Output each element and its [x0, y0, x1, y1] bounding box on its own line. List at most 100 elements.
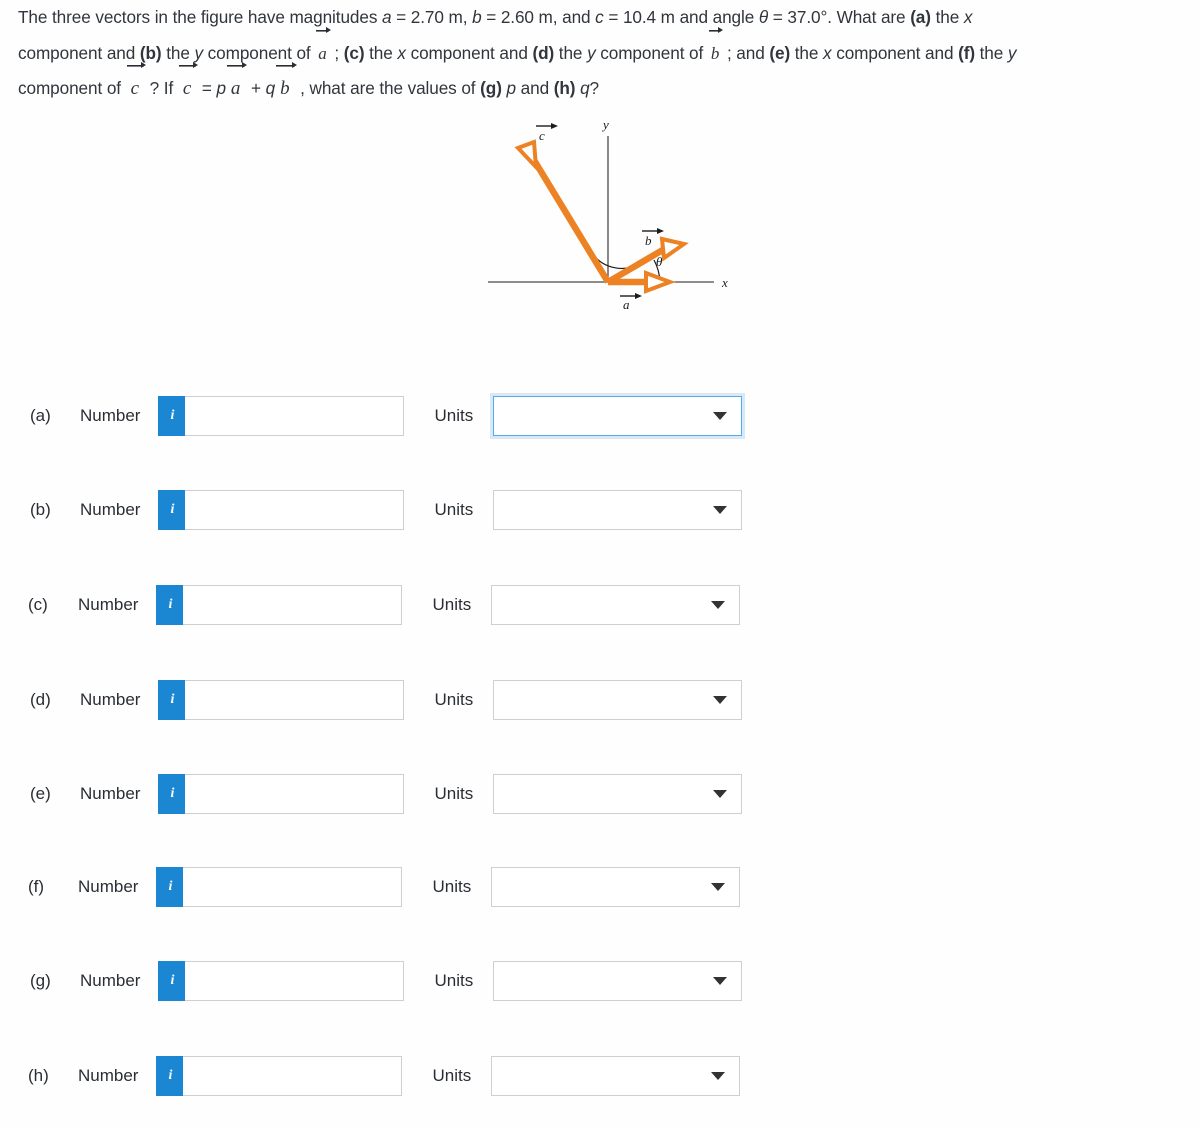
stem-text-3a: component of	[18, 78, 126, 98]
part-label-b: (b)	[139, 42, 162, 63]
part-label-e: (e)	[769, 42, 791, 63]
svg-text:a: a	[623, 297, 630, 312]
number-label-d: Number	[80, 690, 141, 709]
stem-text-2j: the	[790, 42, 824, 63]
number-input-h[interactable]	[183, 1056, 403, 1096]
part-label-d: (d)	[532, 42, 555, 63]
answer-row-label-h: (h)	[28, 1066, 49, 1085]
vector-c-notation-2: c	[178, 62, 199, 107]
vector-c-label-group: c	[536, 123, 558, 143]
problem-line-3: component of c ? If c = pa + qb , what a…	[18, 62, 1194, 107]
q-symbol-2: q	[580, 78, 590, 98]
units-label-c: Units	[432, 595, 472, 614]
answer-row-label-e: (e)	[30, 784, 51, 803]
info-icon-c[interactable]: i	[156, 585, 184, 625]
chevron-down-icon	[713, 412, 728, 420]
problem-page: The three vectors in the figure have mag…	[0, 0, 1200, 1128]
vector-a-letter: a	[318, 43, 327, 63]
units-label-a: Units	[434, 406, 474, 425]
p-symbol-2: p	[506, 78, 517, 98]
info-icon-b[interactable]: i	[158, 490, 186, 530]
info-icon-h[interactable]: i	[156, 1056, 184, 1096]
units-select-c[interactable]	[491, 585, 741, 625]
stem-text-2b: the	[161, 42, 195, 63]
magnitude-a-value: = 2.70 m,	[391, 7, 473, 27]
number-input-g[interactable]	[185, 961, 405, 1001]
info-icon-g[interactable]: i	[158, 961, 186, 1001]
info-icon-e[interactable]: i	[158, 774, 186, 814]
part-label-c: (c)	[343, 42, 365, 63]
info-icon-d[interactable]: i	[158, 680, 186, 720]
svg-text:c: c	[539, 128, 545, 143]
units-select-g[interactable]	[493, 961, 743, 1001]
answer-row-f: (f) Number i Units	[28, 864, 741, 910]
y-symbol-1: y	[194, 42, 203, 63]
chevron-down-icon	[711, 1072, 726, 1080]
number-input-a[interactable]	[185, 396, 405, 436]
vector-b-letter: b	[710, 43, 720, 63]
units-select-b[interactable]	[493, 490, 743, 530]
part-label-h: (h)	[553, 78, 576, 98]
units-label-d: Units	[434, 690, 474, 709]
answer-row-label-a: (a)	[30, 406, 51, 425]
answer-row-g: (g) Number i Units	[30, 958, 743, 1004]
number-label-h: Number	[78, 1066, 139, 1085]
problem-statement: The three vectors in the figure have mag…	[18, 0, 1194, 107]
number-input-b[interactable]	[185, 490, 405, 530]
number-input-d[interactable]	[185, 680, 405, 720]
vector-a-letter: a	[230, 78, 241, 99]
chevron-down-icon	[711, 883, 726, 891]
answer-row-label-f: (f)	[28, 877, 45, 896]
theta-symbol: θ	[758, 7, 769, 27]
theta-label: θ	[656, 254, 663, 269]
number-input-f[interactable]	[183, 867, 403, 907]
p-symbol: p	[216, 78, 226, 98]
units-select-f[interactable]	[491, 867, 741, 907]
y-symbol-3: y	[1007, 42, 1017, 63]
magnitude-c-value: = 10.4 m and angle	[603, 7, 759, 27]
magnitude-c-symbol: c	[595, 7, 604, 27]
number-label-a: Number	[80, 406, 141, 425]
units-label-h: Units	[432, 1066, 472, 1085]
units-select-h[interactable]	[491, 1056, 741, 1096]
answer-row-label-d: (d)	[30, 690, 51, 709]
part-label-g: (g)	[480, 78, 502, 98]
stem-text-2f: component and	[405, 42, 533, 63]
stem-text-3b: ? If	[144, 78, 178, 98]
vector-b-notation-2: b	[275, 62, 297, 107]
chevron-down-icon	[711, 601, 726, 609]
answer-row-c: (c) Number i Units	[28, 582, 741, 628]
units-label-b: Units	[434, 500, 474, 519]
number-label-e: Number	[80, 784, 141, 803]
number-input-c[interactable]	[183, 585, 403, 625]
theta-value: = 37.0°. What are	[768, 7, 911, 27]
vector-arrow-icon	[193, 62, 199, 68]
answer-row-h: (h) Number i Units	[28, 1053, 741, 1099]
units-label-e: Units	[434, 784, 474, 803]
stem-text-2a: component and	[18, 42, 140, 63]
number-input-e[interactable]	[185, 774, 405, 814]
vector-a-notation-2: a	[226, 62, 248, 107]
vector-a-label-group: a	[620, 293, 642, 312]
stem-text-2h: component of	[595, 42, 708, 63]
stem-text-1b: the	[930, 7, 964, 27]
units-label-g: Units	[434, 971, 474, 990]
svg-text:b: b	[645, 233, 652, 248]
units-select-d[interactable]	[493, 680, 743, 720]
stem-text-2i: ; and	[722, 42, 770, 63]
answer-row-label-c: (c)	[28, 595, 48, 614]
info-icon-f[interactable]: i	[156, 867, 184, 907]
stem-text-2e: the	[364, 42, 398, 63]
magnitude-b-value: = 2.60 m, and	[481, 7, 596, 27]
units-select-a[interactable]	[493, 396, 743, 436]
stem-text-2g: the	[554, 42, 588, 63]
y-symbol-2: y	[587, 42, 596, 63]
units-select-e[interactable]	[493, 774, 743, 814]
info-icon-a[interactable]: i	[158, 396, 186, 436]
magnitude-b-symbol: b	[472, 7, 482, 27]
number-label-g: Number	[80, 971, 141, 990]
chevron-down-icon	[713, 696, 728, 704]
vector-c-letter: c	[182, 78, 192, 99]
chevron-down-icon	[713, 790, 728, 798]
answer-row-label-b: (b)	[30, 500, 51, 519]
